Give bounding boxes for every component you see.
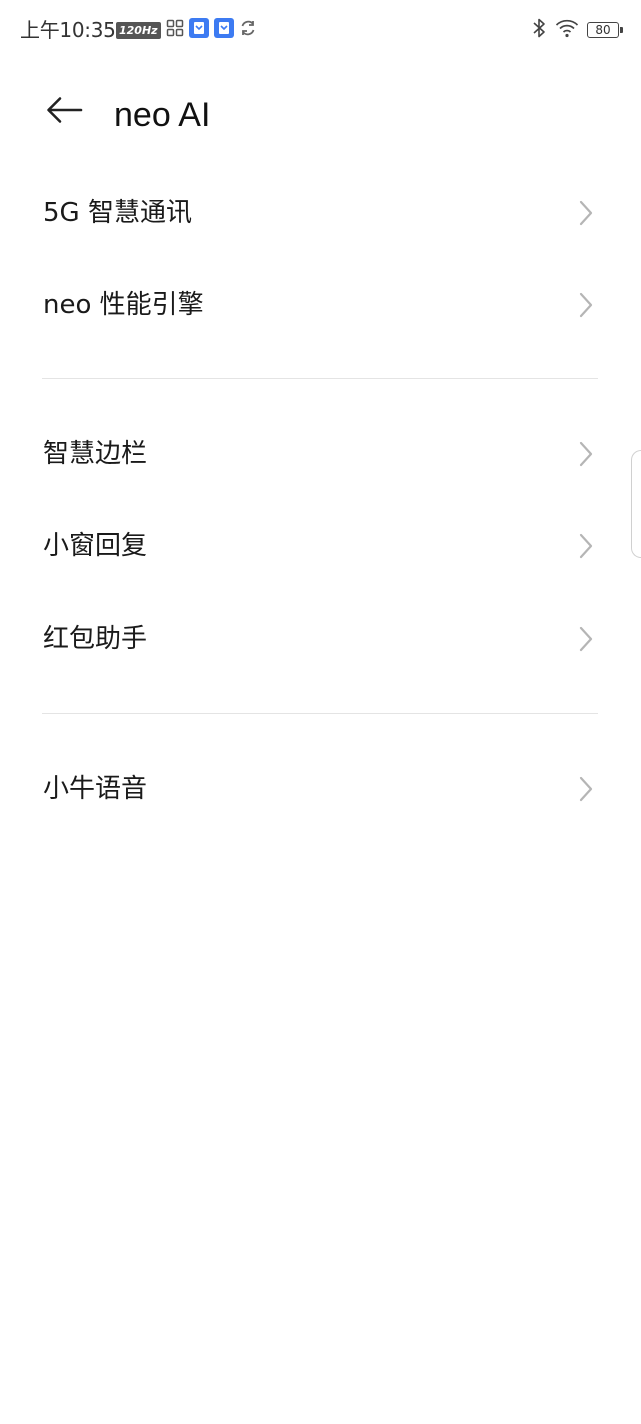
chevron-right-icon — [579, 292, 593, 318]
app-grid-icon — [166, 19, 184, 41]
menu-item-label: 小窗回复 — [43, 531, 148, 561]
chevron-right-icon — [579, 441, 593, 467]
status-left-icons: 120Hz — [116, 18, 257, 42]
chevron-right-icon — [579, 533, 593, 559]
sync-icon — [239, 19, 257, 41]
refresh-rate-badge: 120Hz — [116, 21, 161, 39]
arrow-left-icon — [44, 95, 84, 129]
chevron-right-icon — [579, 626, 593, 652]
wifi-icon — [555, 18, 579, 42]
notification-app-icon — [188, 18, 209, 42]
smart-sidebar-edge-handle[interactable] — [631, 450, 641, 558]
menu-item-5g-smart-communication[interactable]: 5G 智慧通讯 — [0, 167, 641, 259]
menu-item-neo-performance-engine[interactable]: neo 性能引擎 — [0, 259, 641, 351]
status-bar: 上午10:35 120Hz 80 — [0, 0, 641, 60]
menu-item-red-packet-assistant[interactable]: 红包助手 — [0, 593, 641, 685]
battery-level: 80 — [595, 23, 611, 37]
header: neo AI — [0, 78, 641, 154]
menu-item-label: 5G 智慧通讯 — [43, 198, 192, 228]
page-title: neo AI — [114, 96, 211, 134]
menu-item-label: neo 性能引擎 — [43, 290, 204, 320]
chevron-right-icon — [579, 776, 593, 802]
menu-item-xiaoniu-voice[interactable]: 小牛语音 — [0, 743, 641, 835]
notification-app-icon — [213, 18, 234, 42]
back-button[interactable] — [40, 92, 88, 132]
menu-item-smart-sidebar[interactable]: 智慧边栏 — [0, 408, 641, 500]
menu-item-label: 红包助手 — [43, 624, 148, 654]
section-divider — [42, 378, 598, 379]
battery-icon: 80 — [587, 22, 623, 38]
section-divider — [42, 713, 598, 714]
chevron-right-icon — [579, 200, 593, 226]
menu-item-small-window-reply[interactable]: 小窗回复 — [0, 500, 641, 592]
status-right-icons: 80 — [531, 17, 623, 43]
menu-item-label: 智慧边栏 — [43, 439, 148, 469]
bluetooth-icon — [531, 17, 547, 43]
menu-item-label: 小牛语音 — [43, 774, 148, 804]
status-time: 上午10:35 — [20, 18, 116, 42]
